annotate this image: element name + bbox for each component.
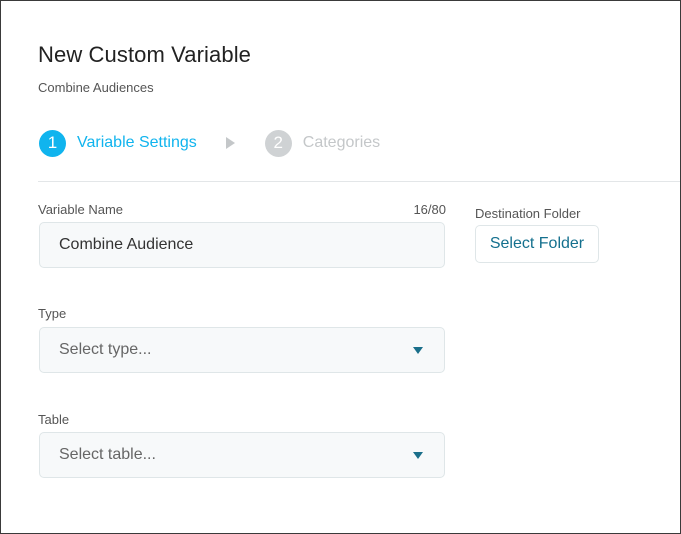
- table-label: Table: [38, 412, 70, 427]
- caret-down-icon: [413, 347, 423, 354]
- step-label: Categories: [302, 134, 381, 151]
- step-label: Variable Settings: [77, 134, 197, 151]
- type-placeholder: Select type...: [59, 341, 152, 358]
- caret-down-icon: [413, 452, 423, 459]
- step-variable-settings[interactable]: 1 Variable Settings: [39, 129, 197, 157]
- select-folder-button[interactable]: Select Folder: [475, 225, 599, 263]
- custom-variable-dialog: New Custom Variable Combine Audiences 1 …: [0, 0, 681, 534]
- variable-name-label: Variable Name: [38, 202, 124, 217]
- type-select[interactable]: Select type...: [39, 327, 445, 373]
- dialog-subtitle: Combine Audiences: [38, 80, 154, 95]
- step-number: 2: [264, 129, 292, 157]
- dialog-title: New Custom Variable: [38, 42, 252, 67]
- table-placeholder: Select table...: [59, 446, 156, 463]
- type-label: Type: [38, 306, 67, 321]
- step-arrow-icon: [225, 137, 235, 149]
- step-categories[interactable]: 2 Categories: [264, 129, 381, 157]
- step-number: 1: [39, 129, 66, 157]
- table-select[interactable]: Select table...: [39, 432, 445, 478]
- destination-folder-label: Destination Folder: [475, 206, 581, 221]
- divider: [38, 181, 680, 182]
- variable-name-value: Combine Audience: [59, 236, 194, 253]
- character-counter: 16/80: [413, 202, 446, 217]
- stepper: 1 Variable Settings 2 Categories: [39, 129, 380, 157]
- variable-name-input[interactable]: Combine Audience: [39, 222, 445, 268]
